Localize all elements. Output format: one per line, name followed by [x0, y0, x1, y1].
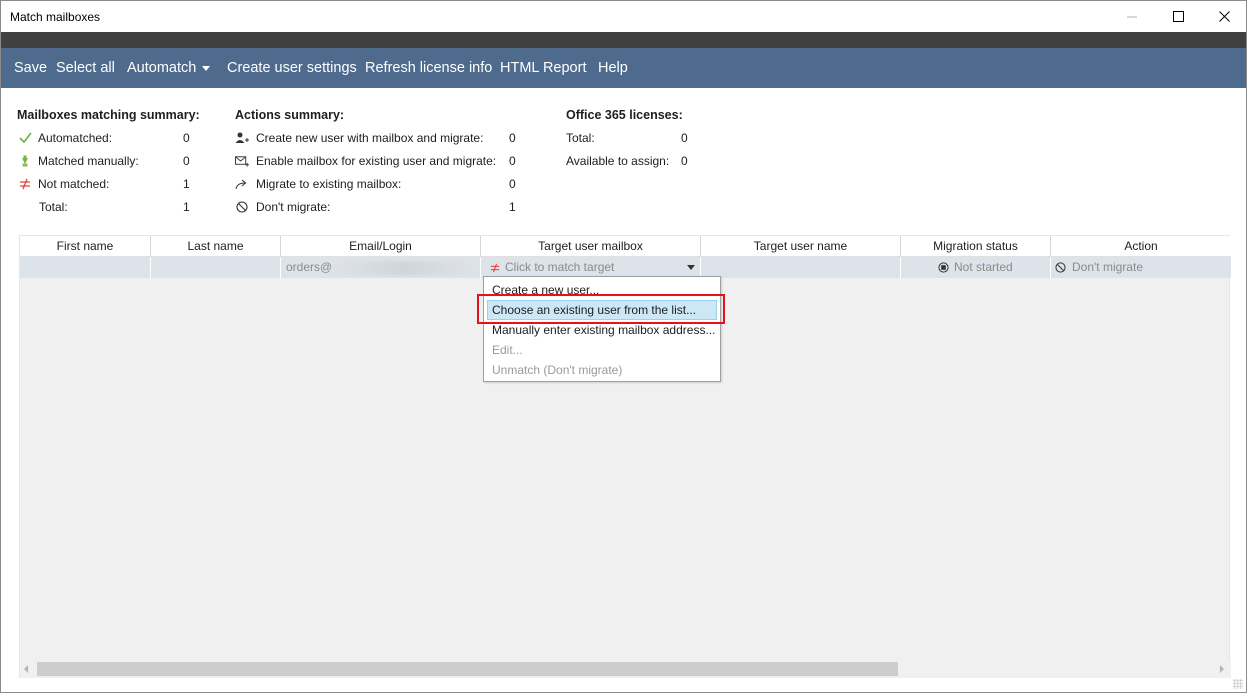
automatched-value: 0: [183, 131, 190, 145]
menu-item-edit: Edit...: [492, 343, 523, 357]
status-text: Not started: [954, 260, 1013, 274]
cell-action[interactable]: Don't migrate: [1051, 257, 1231, 278]
column-action[interactable]: Action: [1051, 236, 1231, 257]
total-label: Total:: [39, 200, 68, 214]
not-matched-value: 1: [183, 177, 190, 191]
menu-item-unmatch: Unmatch (Don't migrate): [492, 363, 623, 377]
total-value: 1: [183, 200, 190, 214]
cell-last-name: [151, 257, 281, 278]
save-button[interactable]: Save: [14, 60, 47, 76]
scroll-right-icon[interactable]: [1220, 665, 1224, 673]
redacted-email: [334, 260, 475, 275]
create-new-user-value: 0: [509, 131, 516, 145]
mailbox-summary-heading: Mailboxes matching summary:: [17, 108, 200, 122]
close-icon: [1218, 11, 1230, 22]
cell-target-name: [701, 257, 901, 278]
check-icon: [18, 131, 32, 145]
create-user-settings-button[interactable]: Create user settings: [227, 60, 357, 76]
help-button[interactable]: Help: [598, 60, 628, 76]
column-first-name[interactable]: First name: [20, 236, 151, 257]
target-mailbox-menu: Create a new user... Choose an existing …: [483, 276, 721, 382]
migrate-existing-value: 0: [509, 177, 516, 191]
licenses-available-value: 0: [681, 154, 688, 168]
horizontal-scrollbar[interactable]: [20, 661, 1231, 678]
create-new-user-label: Create new user with mailbox and migrate…: [256, 131, 484, 145]
header-strip: [1, 32, 1246, 48]
licenses-heading: Office 365 licenses:: [566, 108, 683, 122]
toolbar: Save Select all Automatch Create user se…: [1, 48, 1246, 88]
dont-migrate-label: Don't migrate:: [256, 200, 331, 214]
html-report-button[interactable]: HTML Report: [500, 60, 586, 76]
target-mailbox-text: Click to match target: [505, 260, 615, 274]
licenses-available-label: Available to assign:: [566, 154, 670, 168]
not-equal-icon: [18, 177, 32, 191]
dont-migrate-value: 1: [509, 200, 516, 214]
table-row[interactable]: orders@ Click to match target Not starte…: [20, 257, 1231, 278]
automatched-label: Automatched:: [38, 131, 113, 145]
no-entry-icon: [1055, 262, 1066, 273]
window-title: Match mailboxes: [10, 10, 101, 24]
migrate-arrow-icon: [235, 177, 249, 191]
minimize-icon: [1127, 16, 1137, 17]
column-target-mailbox[interactable]: Target user mailbox: [481, 236, 701, 257]
column-email[interactable]: Email/Login: [281, 236, 481, 257]
refresh-license-button[interactable]: Refresh license info: [365, 60, 492, 76]
minimize-button[interactable]: [1109, 1, 1155, 32]
matched-manually-label: Matched manually:: [38, 154, 139, 168]
resize-grip-icon[interactable]: [1233, 679, 1243, 689]
mail-enable-icon: [235, 154, 249, 168]
action-text: Don't migrate: [1072, 260, 1143, 274]
cell-first-name: [20, 257, 151, 278]
status-not-started-icon: [938, 262, 949, 273]
maximize-icon: [1172, 11, 1184, 22]
no-entry-icon: [235, 200, 249, 214]
chevron-down-icon: [202, 65, 211, 71]
cell-migration-status: Not started: [901, 257, 1051, 278]
highlight-annotation: [477, 294, 725, 324]
close-button[interactable]: [1201, 1, 1247, 32]
column-migration-status[interactable]: Migration status: [901, 236, 1051, 257]
hand-icon: [18, 154, 32, 168]
title-bar: Match mailboxes: [1, 1, 1246, 32]
automatch-menu[interactable]: Automatch: [127, 60, 211, 76]
column-last-name[interactable]: Last name: [151, 236, 281, 257]
actions-summary-heading: Actions summary:: [235, 108, 345, 122]
licenses-total-label: Total:: [566, 131, 595, 145]
enable-mailbox-value: 0: [509, 154, 516, 168]
migrate-existing-label: Migrate to existing mailbox:: [256, 177, 402, 191]
cell-email: orders@: [281, 257, 481, 278]
enable-mailbox-label: Enable mailbox for existing user and mig…: [256, 154, 497, 168]
not-matched-label: Not matched:: [38, 177, 110, 191]
maximize-button[interactable]: [1155, 1, 1201, 32]
matched-manually-value: 0: [183, 154, 190, 168]
target-mailbox-dropdown[interactable]: Click to match target: [481, 257, 701, 278]
column-target-name[interactable]: Target user name: [701, 236, 901, 257]
not-equal-icon: [490, 263, 500, 273]
grid-header: First name Last name Email/Login Target …: [20, 236, 1231, 257]
email-text: orders@: [286, 260, 333, 274]
licenses-total-value: 0: [681, 131, 688, 145]
select-all-button[interactable]: Select all: [56, 60, 115, 76]
chevron-down-icon: [687, 265, 695, 270]
add-user-icon: [235, 131, 249, 145]
scrollbar-thumb[interactable]: [37, 662, 898, 676]
scroll-left-icon[interactable]: [24, 665, 28, 673]
automatch-label: Automatch: [127, 60, 197, 76]
match-mailboxes-window: Match mailboxes Save Select all Automatc…: [0, 0, 1247, 693]
